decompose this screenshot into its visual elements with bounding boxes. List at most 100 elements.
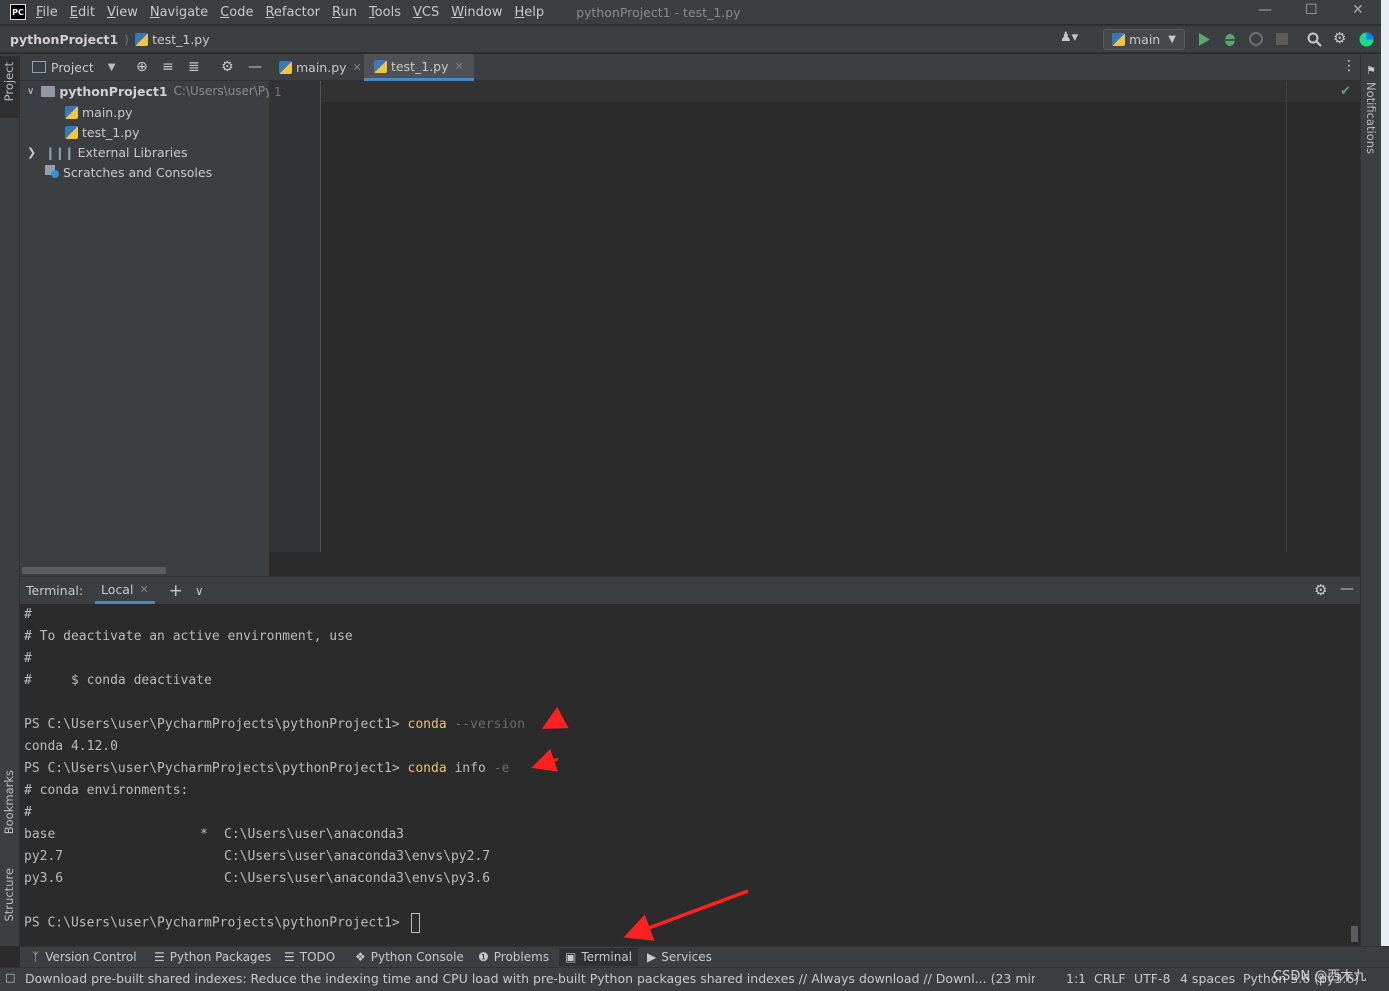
run-config-label: main bbox=[1129, 32, 1161, 47]
chevron-down-icon[interactable]: ∨ bbox=[195, 584, 204, 598]
tool-terminal[interactable]: ▣ Terminal bbox=[559, 948, 639, 966]
prompt: PS C:\Users\user\PycharmProjects\pythonP… bbox=[24, 761, 408, 776]
locate-file-icon[interactable]: ⊕ bbox=[136, 59, 148, 75]
terminal-settings-gear-icon[interactable]: ⚙ bbox=[1314, 581, 1327, 599]
settings-gear-icon[interactable]: ⚙ bbox=[1333, 29, 1346, 47]
status-bar: □ Download pre-built shared indexes: Red… bbox=[0, 967, 1389, 991]
user-icon[interactable]: ♟▾ bbox=[1060, 30, 1078, 45]
tab-test-1-py[interactable]: test_1.py ✕ bbox=[364, 54, 474, 81]
tree-row-external-libraries[interactable]: ❯ ❙❙❙ External Libraries bbox=[27, 142, 187, 162]
env-name: base bbox=[24, 827, 56, 842]
coverage-icon[interactable] bbox=[1249, 32, 1263, 46]
menu-edit[interactable]: Edit bbox=[70, 5, 95, 20]
status-panel-icon[interactable]: □ bbox=[5, 971, 15, 984]
tree-row-file[interactable]: main.py bbox=[65, 102, 133, 122]
minimize-icon[interactable]: — bbox=[1258, 2, 1272, 18]
maximize-icon[interactable]: ☐ bbox=[1305, 2, 1318, 18]
terminal-output[interactable]: # # To deactivate an active environment,… bbox=[20, 604, 1360, 946]
menu-tools[interactable]: Tools bbox=[369, 5, 401, 20]
env-name: py2.7 bbox=[24, 849, 64, 864]
python-icon bbox=[1112, 33, 1125, 46]
editor-gutter: 1 bbox=[269, 81, 321, 552]
tool-problems[interactable]: ❶ Problems bbox=[478, 950, 549, 964]
close-tab-icon[interactable]: ✕ bbox=[139, 583, 148, 596]
branch-icon: ᛉ bbox=[32, 950, 40, 964]
project-root-path: C:\Users\user\Pyc bbox=[173, 84, 279, 98]
run-icon[interactable] bbox=[1198, 33, 1210, 46]
navigation-bar: pythonProject1 ⟩ test_1.py ♟▾ main ▼ ⚙ bbox=[0, 25, 1389, 53]
structure-tool-tab[interactable]: Structure bbox=[2, 868, 16, 922]
bell-icon[interactable]: ⚑ bbox=[1366, 64, 1376, 77]
close-tab-icon[interactable]: ✕ bbox=[455, 60, 464, 73]
breadcrumb-file[interactable]: test_1.py bbox=[152, 32, 210, 47]
project-window-icon bbox=[32, 61, 46, 73]
terminal-tab-local[interactable]: Local ✕ bbox=[95, 577, 155, 604]
project-view-selector[interactable]: Project bbox=[51, 60, 94, 75]
menu-vcs[interactable]: VCS bbox=[413, 5, 439, 20]
tool-python-packages[interactable]: ☰ Python Packages bbox=[154, 950, 271, 964]
window-title: pythonProject1 - test_1.py bbox=[576, 4, 741, 20]
horizontal-scrollbar[interactable] bbox=[22, 567, 166, 574]
tool-label: Python Packages bbox=[169, 950, 272, 964]
breadcrumb-project[interactable]: pythonProject1 bbox=[10, 32, 118, 47]
collapse-all-icon[interactable]: ≣ bbox=[188, 59, 200, 75]
tree-row-project-root[interactable]: ∨ pythonProject1 C:\Users\user\Pyc bbox=[27, 81, 279, 101]
menu-run[interactable]: Run bbox=[332, 5, 357, 20]
hide-panel-icon[interactable]: — bbox=[248, 59, 262, 75]
project-tool-tab[interactable]: Project bbox=[2, 62, 16, 101]
line-separator[interactable]: CRLF bbox=[1094, 971, 1126, 986]
tool-version-control[interactable]: ᛉ Version Control bbox=[32, 950, 137, 964]
hide-terminal-icon[interactable]: — bbox=[1340, 581, 1354, 597]
menu-navigate[interactable]: Navigate bbox=[150, 5, 208, 20]
bookmarks-tool-tab[interactable]: Bookmarks bbox=[2, 770, 16, 834]
close-tab-icon[interactable]: ✕ bbox=[353, 61, 362, 74]
prompt: PS C:\Users\user\PycharmProjects\pythonP… bbox=[24, 717, 408, 732]
python-file-icon bbox=[65, 105, 78, 119]
tool-services[interactable]: ▶ Services bbox=[647, 950, 712, 964]
tree-row-file[interactable]: test_1.py bbox=[65, 122, 140, 142]
search-icon[interactable] bbox=[1307, 32, 1322, 47]
terminal-cursor bbox=[410, 913, 420, 933]
new-terminal-plus-icon[interactable]: + bbox=[169, 581, 183, 601]
terminal-icon: ▣ bbox=[565, 950, 577, 964]
indent-setting[interactable]: 4 spaces bbox=[1180, 971, 1235, 986]
tree-row-scratches[interactable]: Scratches and Consoles bbox=[45, 162, 212, 182]
file-encoding[interactable]: UTF-8 bbox=[1134, 971, 1170, 986]
line-number: 1 bbox=[274, 85, 282, 99]
menu-view[interactable]: View bbox=[107, 5, 138, 20]
tool-label: Services bbox=[661, 950, 712, 964]
options-gear-icon[interactable]: ⚙ bbox=[221, 59, 234, 75]
stop-icon[interactable] bbox=[1276, 33, 1288, 45]
debug-icon[interactable] bbox=[1223, 32, 1237, 46]
command: conda bbox=[407, 717, 447, 732]
chevron-down-icon[interactable]: ∨ bbox=[27, 86, 34, 97]
caret-position[interactable]: 1:1 bbox=[1066, 971, 1086, 986]
close-window-icon[interactable]: ✕ bbox=[1352, 2, 1364, 18]
menu-file[interactable]: File bbox=[36, 5, 58, 20]
breadcrumb-separator-icon: ⟩ bbox=[124, 31, 130, 47]
left-tool-strip: Project Bookmarks Structure bbox=[0, 54, 20, 946]
menu-code[interactable]: Code bbox=[220, 5, 253, 20]
notifications-tool-tab[interactable]: Notifications bbox=[1364, 82, 1378, 154]
status-message[interactable]: Download pre-built shared indexes: Reduc… bbox=[25, 971, 1035, 986]
terminal-command-line: PS C:\Users\user\PycharmProjects\pythonP… bbox=[24, 761, 509, 776]
menu-window[interactable]: Window bbox=[451, 5, 502, 20]
menu-refactor[interactable]: Refactor bbox=[265, 5, 320, 20]
chevron-down-icon[interactable]: ▼ bbox=[108, 62, 116, 73]
plugin-logo-icon[interactable] bbox=[1359, 32, 1374, 47]
terminal-header: Terminal: Local ✕ + ∨ ⚙ — bbox=[20, 576, 1360, 604]
tool-python-console[interactable]: ❖ Python Console bbox=[355, 950, 464, 964]
more-tabs-icon[interactable]: ⋮ bbox=[1342, 58, 1356, 74]
expand-all-icon[interactable]: ≡ bbox=[162, 59, 174, 75]
terminal-scrollbar[interactable] bbox=[1351, 926, 1358, 942]
code-editor[interactable]: ✔ bbox=[321, 81, 1360, 552]
chevron-right-icon[interactable]: ❯ bbox=[27, 146, 36, 159]
env-active-star: * bbox=[200, 827, 208, 842]
tab-main-py[interactable]: main.py ✕ bbox=[269, 54, 372, 81]
external-libraries-label: External Libraries bbox=[77, 144, 188, 160]
run-config-selector[interactable]: main ▼ bbox=[1103, 29, 1185, 50]
project-root-name: pythonProject1 bbox=[59, 83, 168, 99]
folder-icon bbox=[41, 85, 56, 97]
tool-todo[interactable]: ☰ TODO bbox=[284, 950, 335, 964]
menu-help[interactable]: Help bbox=[515, 5, 545, 20]
